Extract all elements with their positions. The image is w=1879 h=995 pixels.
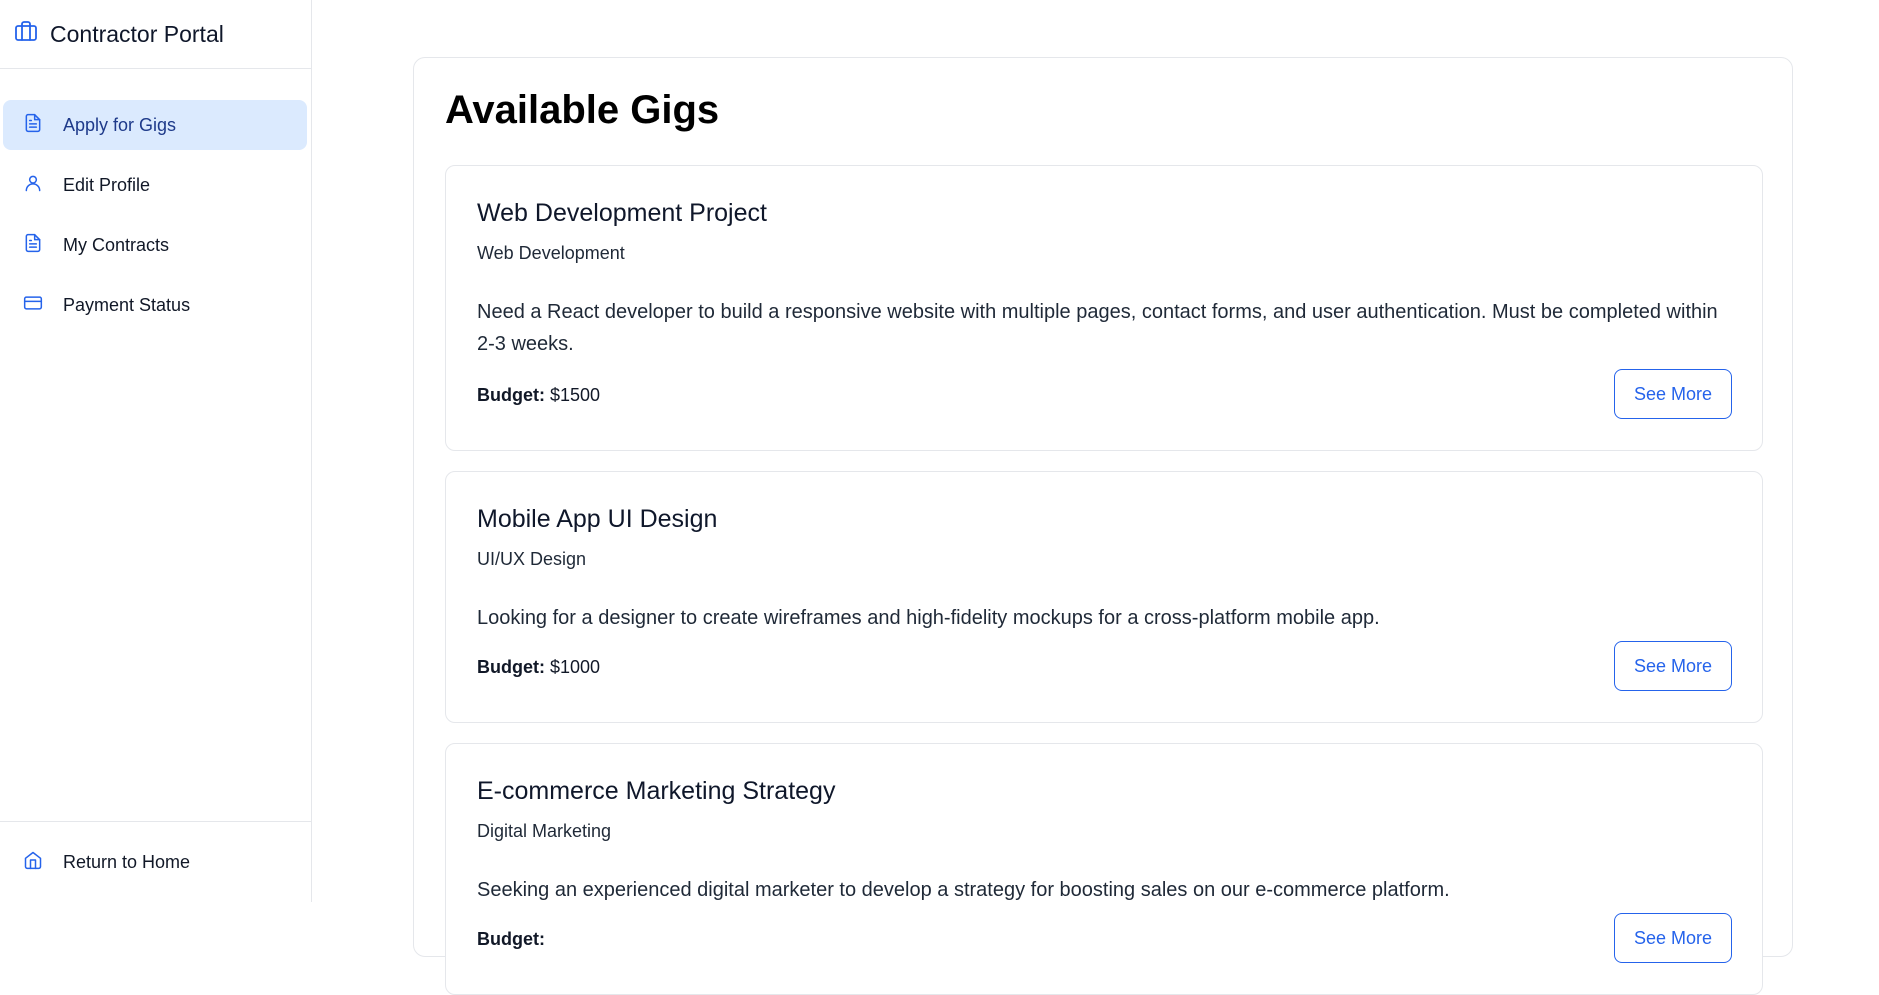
- sidebar-item-label: My Contracts: [63, 234, 170, 255]
- credit-card-icon: [23, 293, 43, 318]
- gig-description: Need a React developer to build a respon…: [477, 301, 1718, 355]
- file-text-icon: [23, 113, 43, 138]
- gig-title: Mobile App UI Design: [477, 505, 718, 533]
- gigs-panel: Available Gigs Web Development Project W…: [413, 57, 1793, 995]
- budget-label: Budget:: [477, 385, 545, 405]
- gig-category: UI/UX Design: [477, 549, 587, 569]
- sidebar-item-edit-profile[interactable]: Edit Profile: [3, 160, 307, 210]
- gig-budget: Budget: $1500: [477, 385, 600, 406]
- budget-value: $1500: [550, 385, 601, 405]
- sidebar-item-my-contracts[interactable]: My Contracts: [3, 220, 307, 270]
- gig-description: Looking for a designer to create wirefra…: [477, 607, 1380, 629]
- gig-category: Web Development: [477, 243, 625, 263]
- see-more-button[interactable]: See More: [1614, 641, 1732, 691]
- sidebar-item-label: Edit Profile: [63, 174, 151, 195]
- gig-budget: Budget: $1000: [477, 657, 600, 678]
- budget-label: Budget:: [477, 929, 545, 949]
- gig-title: Web Development Project: [477, 199, 767, 227]
- user-icon: [23, 173, 43, 198]
- gig-category: Digital Marketing: [477, 821, 612, 841]
- budget-label: Budget:: [477, 657, 545, 677]
- return-to-home-link[interactable]: Return to Home: [0, 821, 311, 902]
- home-icon: [23, 850, 43, 875]
- file-text-icon: [23, 233, 43, 258]
- sidebar: Contractor Portal Apply for Gigs Edit Pr…: [0, 0, 312, 902]
- return-to-home-label: Return to Home: [63, 851, 191, 872]
- gig-budget: Budget:: [477, 929, 545, 950]
- sidebar-item-apply-for-gigs[interactable]: Apply for Gigs: [3, 100, 307, 150]
- gig-card: Web Development Project Web Development …: [445, 165, 1763, 451]
- sidebar-item-label: Apply for Gigs: [63, 114, 177, 135]
- briefcase-icon: [14, 19, 38, 49]
- gig-card: Mobile App UI Design UI/UX Design Lookin…: [445, 471, 1763, 723]
- gig-description: Seeking an experienced digital marketer …: [477, 879, 1450, 901]
- sidebar-item-label: Payment Status: [63, 294, 191, 315]
- see-more-button[interactable]: See More: [1614, 369, 1732, 419]
- gig-card: E-commerce Marketing Strategy Digital Ma…: [445, 743, 1763, 995]
- sidebar-nav: Apply for Gigs Edit Profile My Contracts: [0, 69, 311, 330]
- brand: Contractor Portal: [0, 0, 311, 69]
- sidebar-item-payment-status[interactable]: Payment Status: [3, 280, 307, 330]
- see-more-button[interactable]: See More: [1614, 913, 1732, 963]
- budget-value: $1000: [550, 657, 601, 677]
- gig-title: E-commerce Marketing Strategy: [477, 777, 836, 805]
- page-title: Available Gigs: [445, 88, 720, 132]
- app-title: Contractor Portal: [50, 20, 224, 47]
